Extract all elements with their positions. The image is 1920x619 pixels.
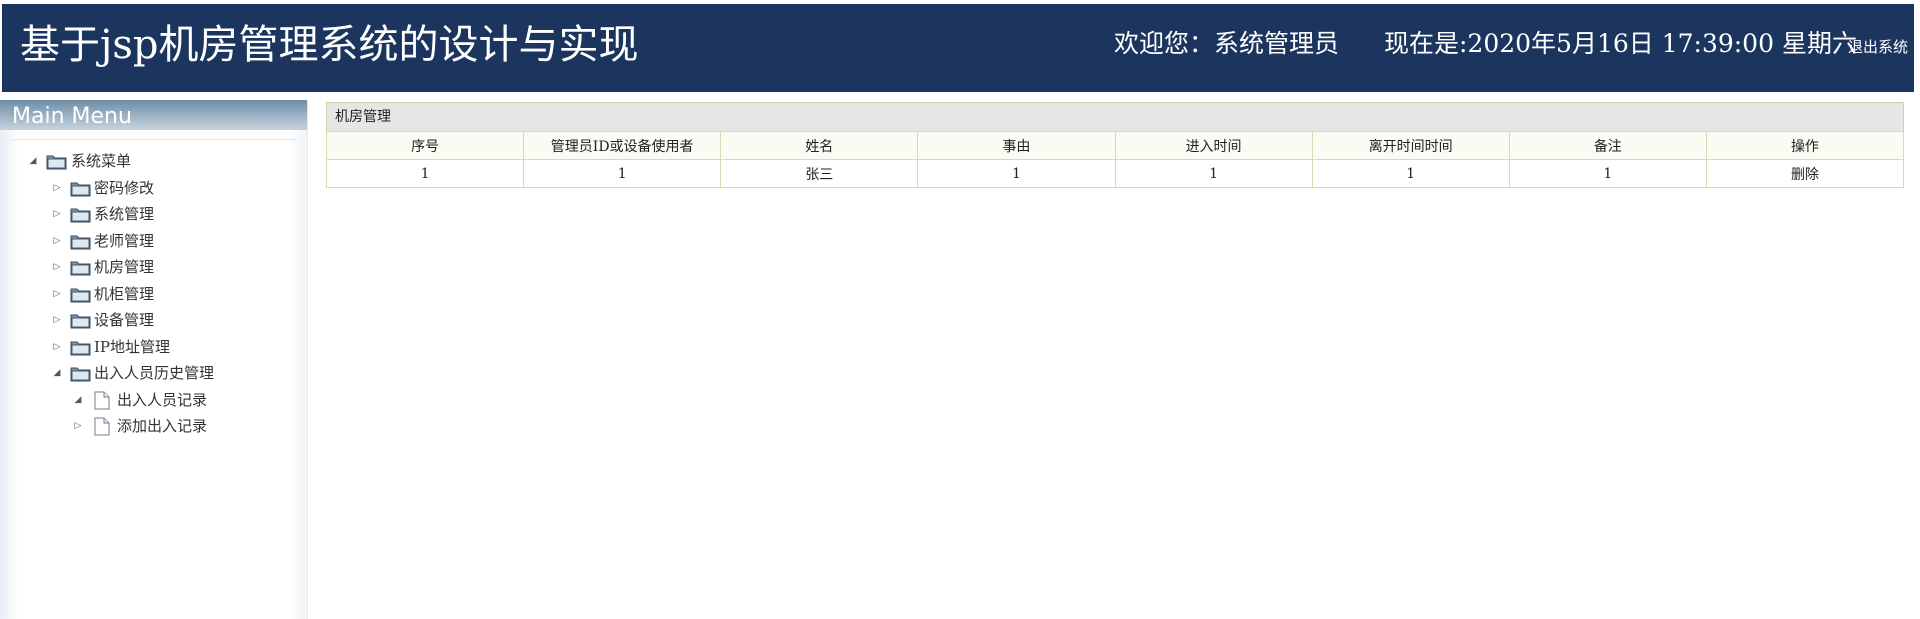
table-header-row: 序号 管理员ID或设备使用者 姓名 事由 进入时间 离开时间时间 备注 操作 xyxy=(325,131,1905,160)
collapsed-arrow-icon[interactable]: ▷ xyxy=(50,334,64,360)
tree-item-machine-room[interactable]: ▷ 机房管理 xyxy=(0,254,300,281)
logout-link[interactable]: 退出系统 xyxy=(1848,36,1908,58)
cell-id: 1 xyxy=(325,159,525,188)
sidebar-heading: Main Menu xyxy=(0,100,307,130)
column-header: 管理员ID或设备使用者 xyxy=(523,131,722,160)
file-icon xyxy=(94,417,110,444)
expanded-arrow-icon[interactable]: ◢ xyxy=(26,148,40,174)
current-datetime: 现在是:2020年5月16日 17:39:00 星期六 xyxy=(1384,29,1857,58)
cell-note: 1 xyxy=(1508,159,1707,188)
tree-label: 系统菜单 xyxy=(71,152,132,170)
tree-label: 出入人员历史管理 xyxy=(94,364,215,382)
tree-item-cabinet[interactable]: ▷ 机柜管理 xyxy=(0,281,300,308)
cell-action: 删除 xyxy=(1705,159,1905,188)
tree-label: 系统管理 xyxy=(94,205,155,223)
cell-reason: 1 xyxy=(917,159,1116,188)
tree-item-add-access-record[interactable]: ▷ 添加出入记录 xyxy=(0,413,300,440)
tree-item-ip-address[interactable]: ▷ IP地址管理 xyxy=(0,334,300,361)
tree-label: 密码修改 xyxy=(94,178,155,197)
cell-name: 张三 xyxy=(720,159,919,188)
tree-item-device[interactable]: ▷ 设备管理 xyxy=(0,307,300,334)
delete-link[interactable]: 删除 xyxy=(1791,167,1819,183)
tree-item-access-history[interactable]: ◢ 出入人员历史管理 xyxy=(0,360,300,387)
tree-item-teacher[interactable]: ▷ 老师管理 xyxy=(0,228,300,255)
column-header: 离开时间时间 xyxy=(1311,131,1510,160)
collapsed-arrow-icon[interactable]: ▷ xyxy=(50,307,64,333)
tree-item-password[interactable]: ▷ 密码修改 xyxy=(0,175,300,202)
cell-admin: 1 xyxy=(523,159,722,188)
collapsed-arrow-icon[interactable]: ▷ xyxy=(50,228,64,254)
column-header: 进入时间 xyxy=(1114,131,1313,160)
collapsed-arrow-icon[interactable]: ▷ xyxy=(50,254,64,280)
collapsed-arrow-icon[interactable]: ▷ xyxy=(71,413,85,439)
column-header: 序号 xyxy=(325,131,525,160)
records-table: 序号 管理员ID或设备使用者 姓名 事由 进入时间 离开时间时间 备注 操作 1… xyxy=(325,131,1905,188)
tree-label: 机房管理 xyxy=(94,258,155,276)
column-header: 事由 xyxy=(917,131,1116,160)
expanded-arrow-icon[interactable]: ◢ xyxy=(50,360,64,386)
tree-label: 机柜管理 xyxy=(94,284,155,303)
tree-label: 添加出入记录 xyxy=(117,417,208,435)
column-header: 操作 xyxy=(1705,131,1905,160)
welcome-text: 欢迎您：系统管理员 xyxy=(1114,29,1340,58)
app-title: 基于jsp机房管理系统的设计与实现 xyxy=(20,22,639,68)
main-content: 机房管理 序号 管理员ID或设备使用者 姓名 事由 进入时间 离开时间时间 备注… xyxy=(325,102,1905,188)
collapsed-arrow-icon[interactable]: ▷ xyxy=(50,175,64,201)
tree-root-system-menu[interactable]: ◢ 系统菜单 xyxy=(0,148,300,175)
cell-leave-time: 1 xyxy=(1311,159,1510,188)
sidebar: Main Menu ◢ 系统菜单 ▷ 密码修改 ▷ 系统管理 ▷ 老师管理 ▷ … xyxy=(0,100,308,619)
app-header: 基于jsp机房管理系统的设计与实现 欢迎您：系统管理员 现在是:2020年5月1… xyxy=(2,4,1914,92)
tree-label: 设备管理 xyxy=(94,311,155,329)
expanded-arrow-icon[interactable]: ◢ xyxy=(71,387,85,413)
collapsed-arrow-icon[interactable]: ▷ xyxy=(50,201,64,227)
menu-tree: ◢ 系统菜单 ▷ 密码修改 ▷ 系统管理 ▷ 老师管理 ▷ 机房管理 ▷ 机柜管… xyxy=(0,148,300,440)
tree-label: 出入人员记录 xyxy=(117,390,208,409)
table-row: 1 1 张三 1 1 1 1 删除 xyxy=(325,159,1905,188)
panel-title: 机房管理 xyxy=(326,102,1904,131)
tree-label: IP地址管理 xyxy=(94,337,171,356)
tree-label: 老师管理 xyxy=(94,231,155,250)
column-header: 姓名 xyxy=(720,131,919,160)
column-header: 备注 xyxy=(1508,131,1707,160)
cell-enter-time: 1 xyxy=(1114,159,1313,188)
tree-item-access-records[interactable]: ◢ 出入人员记录 xyxy=(0,387,300,414)
tree-item-system[interactable]: ▷ 系统管理 xyxy=(0,201,300,228)
sidebar-divider xyxy=(12,139,295,140)
collapsed-arrow-icon[interactable]: ▷ xyxy=(50,281,64,307)
